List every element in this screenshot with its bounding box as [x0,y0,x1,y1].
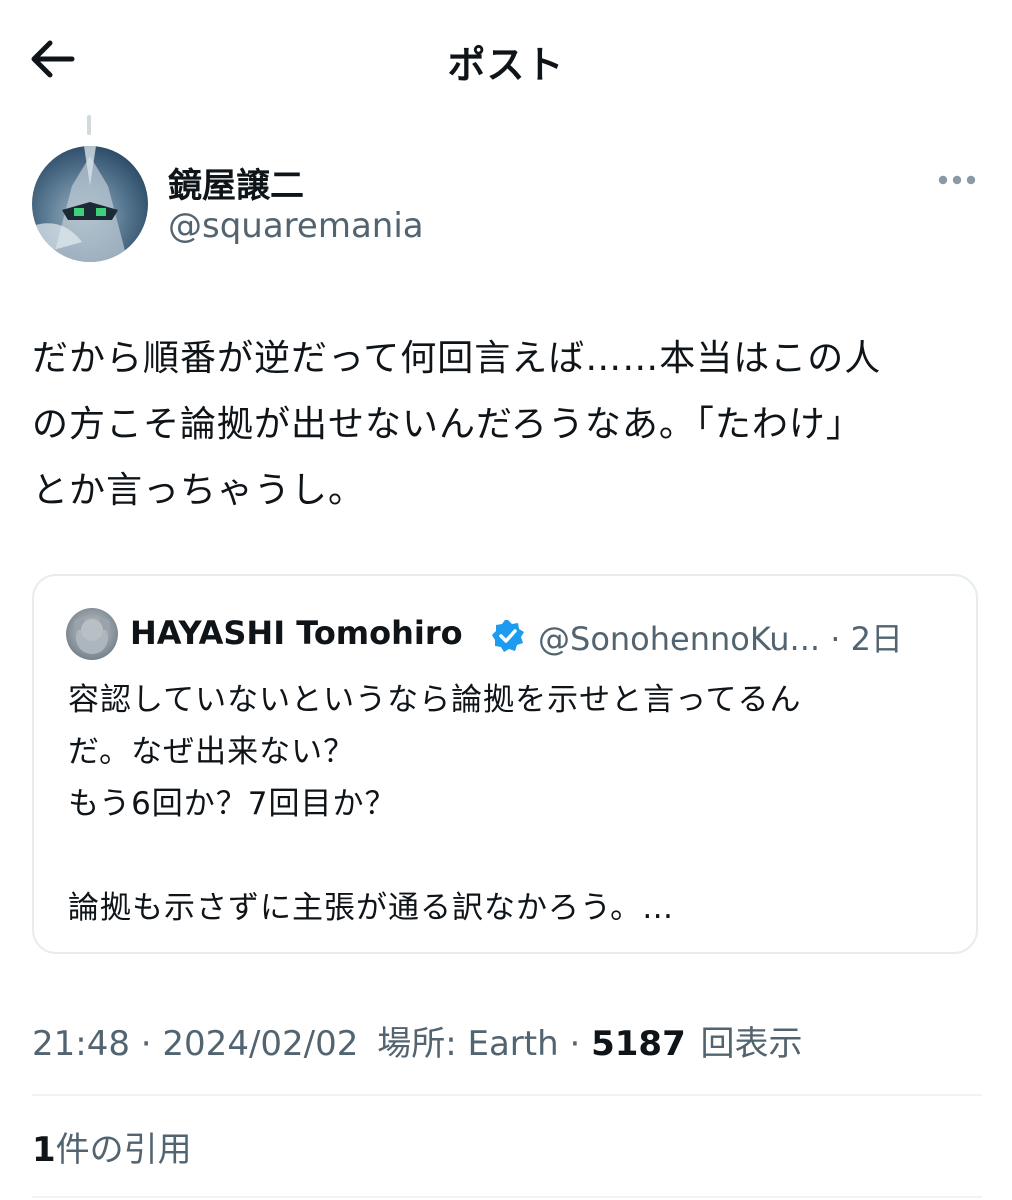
author-handle[interactable]: @squaremania [168,206,424,246]
quoted-handle-and-time: @SonohennoKu... · 2日 [538,620,903,658]
page-title: ポスト [447,43,565,87]
post-date[interactable]: 2024/02/02 [162,1024,358,1064]
divider [32,1094,982,1096]
airplane-image-icon [32,146,128,262]
meta-separator: · [140,1024,163,1064]
post-metadata: 21:48 · 2024/02/02 場所: Earth · 5187 回表示 [32,1016,803,1065]
post-body-text: だから順番が逆だって何回言えば……本当はこの人 の方こそ論拠が出せないんだろうな… [32,338,882,511]
meta-separator: · [569,1024,592,1064]
quotes-count: 1 [32,1130,56,1170]
quotes-label: 件の引用 [55,1130,192,1170]
divider [32,1196,982,1198]
post-location: 場所: Earth [377,1024,559,1064]
more-horizontal-icon [938,175,976,185]
author-name[interactable]: 鏡屋譲二 [168,158,304,207]
teddy-bear-image-icon [74,618,110,654]
quoted-post-text: 容認していないというなら論拠を示せと言ってるん だ。なぜ出来ない？ もう6回か？… [68,682,802,926]
quotes-link[interactable]: 1件の引用 [32,1122,192,1171]
author-avatar[interactable] [32,146,148,262]
quoted-author-name: HAYASHI Tomohiro [130,614,463,652]
views-count: 5187 [591,1024,686,1064]
quoted-author-avatar [66,608,118,660]
thread-connector-line [87,115,91,135]
more-options-button[interactable] [932,162,982,198]
quoted-post-card[interactable]: HAYASHI Tomohiro @SonohennoKu... · 2日 容認… [32,574,978,954]
verified-badge-icon [492,620,524,652]
top-bar: ポスト [0,0,1012,118]
post-time[interactable]: 21:48 [32,1024,130,1064]
views-label: 回表示 [700,1024,803,1064]
